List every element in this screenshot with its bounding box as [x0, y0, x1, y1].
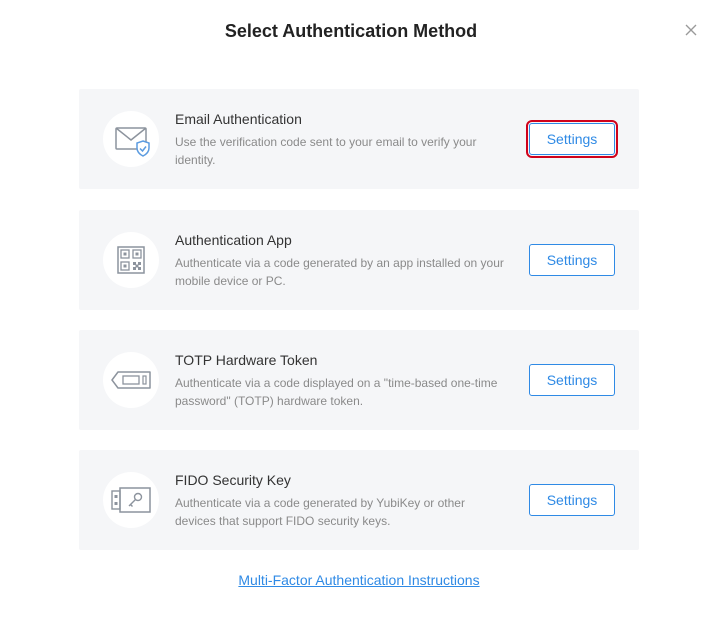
method-description: Authenticate via a code generated by Yub… — [175, 496, 465, 528]
method-card-email: Email Authentication Use the verificatio… — [79, 89, 639, 189]
authentication-app-settings-button[interactable]: Settings — [529, 244, 615, 276]
fido-settings-button[interactable]: Settings — [529, 484, 615, 516]
method-description: Authenticate via a code displayed on a "… — [175, 376, 498, 408]
authentication-method-dialog: Select Authentication Method Email Authe… — [0, 0, 718, 628]
method-name: Email Authentication — [175, 111, 302, 127]
method-description: Use the verification code sent to your e… — [175, 135, 477, 167]
method-description: Authenticate via a code generated by an … — [175, 256, 504, 288]
security-key-icon — [103, 472, 159, 528]
dialog-title: Select Authentication Method — [224, 21, 478, 41]
instructions-link-container: Multi-Factor Authentication Instructions — [0, 571, 718, 589]
method-name: Authentication App — [175, 232, 292, 248]
qr-code-icon — [103, 232, 159, 288]
email-settings-button[interactable]: Settings — [526, 120, 618, 158]
method-name: TOTP Hardware Token — [175, 352, 318, 368]
method-card-authentication-app: Authentication App Authenticate via a co… — [79, 210, 639, 310]
totp-settings-button[interactable]: Settings — [529, 364, 615, 396]
hardware-token-icon — [103, 352, 159, 408]
method-card-totp-hardware-token: TOTP Hardware Token Authenticate via a c… — [79, 330, 639, 430]
envelope-shield-icon — [103, 111, 159, 167]
method-card-fido-security-key: FIDO Security Key Authenticate via a cod… — [79, 450, 639, 550]
method-name: FIDO Security Key — [175, 472, 291, 488]
mfa-instructions-link[interactable]: Multi-Factor Authentication Instructions — [238, 572, 479, 588]
close-icon[interactable] — [683, 22, 699, 38]
